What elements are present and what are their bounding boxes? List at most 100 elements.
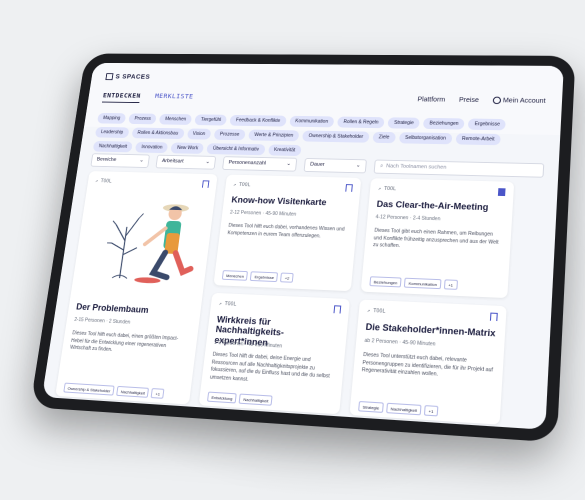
category-chip[interactable]: Kommunikation bbox=[288, 115, 335, 128]
card-title: Die Stakeholder*innen-Matrix bbox=[365, 321, 496, 339]
card-tags: Menschen Ergebnisse +2 bbox=[221, 270, 294, 283]
tool-card-wirkkreis[interactable]: ↗ TOOL Wirkkreis für Nachhaltigkeits-exp… bbox=[198, 292, 350, 415]
filter-bereiche-label: Bereiche bbox=[96, 156, 117, 163]
tool-label: ↗ TOOL bbox=[218, 300, 237, 308]
tag[interactable]: Nachhaltigkeit bbox=[116, 385, 150, 398]
bookmark-icon[interactable] bbox=[201, 180, 210, 188]
category-chip[interactable]: Vision bbox=[186, 128, 212, 140]
chevron-down-icon: ⌄ bbox=[205, 159, 211, 165]
bookmark-filled-icon[interactable] bbox=[497, 188, 506, 197]
card-description: Dieses Tool hilft euch dabei, vorhandene… bbox=[227, 222, 345, 239]
tag[interactable]: +1 bbox=[424, 405, 439, 417]
category-chip[interactable]: Ergebnisse bbox=[468, 118, 507, 131]
card-title: Know-how Visitenkarte bbox=[230, 194, 327, 208]
category-chip[interactable]: Innovation bbox=[135, 141, 169, 154]
tag[interactable]: +2 bbox=[280, 272, 294, 283]
category-chip[interactable]: Ziele bbox=[372, 131, 396, 144]
filter-arbeitsart-label: Arbeitsart bbox=[161, 158, 184, 165]
category-chip[interactable]: Tiergefühl bbox=[194, 114, 228, 126]
tool-label: ↗ TOOL bbox=[377, 185, 397, 193]
tag[interactable]: +1 bbox=[443, 279, 458, 290]
tag[interactable]: +1 bbox=[151, 388, 165, 399]
category-chip[interactable]: Mapping bbox=[96, 112, 127, 124]
nav-plattform[interactable]: Plattform bbox=[417, 96, 445, 103]
card-meta: 4-12 Personen · 2-4 Stunden bbox=[375, 214, 441, 223]
brand-logo[interactable]: S SPACES bbox=[105, 73, 151, 81]
category-chip[interactable]: Ownership & Stakeholder bbox=[302, 130, 370, 143]
account-label: Mein Account bbox=[502, 97, 546, 105]
tag[interactable]: Ergebnisse bbox=[250, 271, 279, 283]
category-chip[interactable]: New Work bbox=[170, 142, 205, 154]
tag[interactable]: Kommunikation bbox=[404, 277, 442, 290]
category-chip[interactable]: Leadership bbox=[94, 126, 130, 139]
filter-arbeitsart[interactable]: Arbeitsart ⌄ bbox=[155, 154, 217, 170]
card-tags: Beziehungen Kommunikation +1 bbox=[369, 276, 458, 290]
tool-card-problembaum[interactable]: ↗ TOOL Der Problembaum 2-15 Personen · 2… bbox=[55, 171, 218, 405]
tablet-frame: S SPACES ENTDECKEN MERKLISTE Plattform P… bbox=[29, 53, 576, 443]
card-meta: ab 2 Personen · 45-90 Minuten bbox=[364, 337, 436, 348]
brand-name: S SPACES bbox=[115, 73, 151, 81]
top-nav: Plattform Preise Mein Account bbox=[417, 96, 546, 105]
tag[interactable]: Ownership & Stakeholder bbox=[63, 382, 115, 396]
card-meta: 2-12 Personen · 45-90 Minuten bbox=[229, 209, 297, 218]
logo-icon bbox=[105, 73, 114, 81]
tag[interactable]: Entwicklung bbox=[206, 391, 238, 404]
nav-preise[interactable]: Preise bbox=[459, 97, 479, 104]
tool-card-visitenkarte[interactable]: ↗ TOOL Know-how Visitenkarte 2-12 Person… bbox=[213, 174, 362, 292]
card-description: Dieses Tool unterstützt euch dabei, rele… bbox=[361, 351, 494, 378]
search-placeholder: Nach Toolnamen suchen bbox=[385, 163, 447, 171]
card-title: Der Problembaum bbox=[75, 301, 150, 315]
filter-bereiche[interactable]: Bereiche ⌄ bbox=[90, 153, 151, 169]
category-chip[interactable]: Nachhaltigkeit bbox=[92, 140, 134, 153]
card-tags: Ownership & Stakeholder Nachhaltigkeit +… bbox=[63, 382, 165, 399]
category-chip[interactable]: Rollen & Regeln bbox=[337, 116, 385, 129]
category-chip[interactable]: Strategie bbox=[387, 117, 421, 129]
tag[interactable]: Menschen bbox=[221, 270, 249, 281]
bookmark-icon[interactable] bbox=[489, 312, 498, 322]
filter-personenanzahl-label: Personenanzahl bbox=[228, 159, 267, 167]
tab-merkliste[interactable]: MERKLISTE bbox=[154, 93, 194, 104]
tool-label: ↗ TOOL bbox=[94, 178, 113, 185]
category-chip[interactable]: Prozesse bbox=[213, 128, 246, 141]
tool-card-clear-the-air[interactable]: ↗ TOOL Das Clear-the-Air-Meeting 4-12 Pe… bbox=[360, 178, 515, 299]
nav-account[interactable]: Mein Account bbox=[492, 96, 546, 105]
tool-label: ↗ TOOL bbox=[232, 182, 251, 189]
category-chip[interactable]: Beziehungen bbox=[423, 117, 465, 130]
category-chip[interactable]: Prozess bbox=[128, 113, 157, 125]
card-description: Dieses Tool hilft euch dabei, einen größ… bbox=[69, 330, 179, 353]
tag[interactable]: Beziehungen bbox=[369, 276, 402, 288]
app-screen: S SPACES ENTDECKEN MERKLISTE Plattform P… bbox=[41, 62, 564, 430]
filter-personenanzahl[interactable]: Personenanzahl ⌄ bbox=[221, 156, 298, 172]
category-chip[interactable]: Selbstorganisation bbox=[398, 132, 453, 145]
category-chip[interactable]: Menschen bbox=[159, 113, 193, 125]
main-tabs: ENTDECKEN MERKLISTE bbox=[101, 92, 194, 104]
filter-dauer[interactable]: Dauer ⌄ bbox=[303, 158, 367, 174]
tool-label: ↗ TOOL bbox=[366, 307, 386, 315]
search-input[interactable]: ⌕ Nach Toolnamen suchen bbox=[373, 159, 545, 178]
tag[interactable]: Nachhaltigkeit bbox=[386, 402, 422, 416]
category-chip[interactable]: Remote-Arbeit bbox=[455, 133, 501, 146]
tag[interactable]: Nachhaltigkeit bbox=[238, 393, 274, 406]
card-tags: Entwicklung Nachhaltigkeit bbox=[206, 391, 274, 406]
category-chip[interactable]: Werte & Prinzipien bbox=[248, 129, 300, 142]
user-icon bbox=[492, 96, 502, 105]
bookmark-icon[interactable] bbox=[345, 184, 353, 192]
chevron-down-icon: ⌄ bbox=[355, 162, 361, 169]
tool-grid: ↗ TOOL Der Problembaum 2-15 Personen · 2… bbox=[55, 171, 543, 425]
card-title: Das Clear-the-Air-Meeting bbox=[376, 199, 489, 213]
tab-entdecken[interactable]: ENTDECKEN bbox=[101, 92, 142, 103]
category-chip[interactable]: Kreativität bbox=[267, 144, 302, 157]
gardener-illustration bbox=[90, 204, 216, 297]
tag[interactable]: Strategie bbox=[358, 400, 384, 413]
stage: S SPACES ENTDECKEN MERKLISTE Plattform P… bbox=[0, 0, 585, 485]
category-chip[interactable]: Feedback & Konflikte bbox=[229, 114, 287, 127]
category-chip[interactable]: Übersicht & Informativ bbox=[206, 143, 266, 156]
category-chip[interactable]: Rollen & Aktionsbau bbox=[131, 127, 185, 140]
chevron-down-icon: ⌄ bbox=[139, 157, 145, 164]
card-description: Dieses Tool hilft dir dabei, deine Energ… bbox=[209, 351, 330, 383]
card-tags: Strategie Nachhaltigkeit +1 bbox=[358, 400, 439, 417]
tool-card-stakeholder-matrix[interactable]: ↗ TOOL Die Stakeholder*innen-Matrix ab 2… bbox=[349, 299, 507, 425]
bookmark-icon[interactable] bbox=[333, 305, 342, 314]
chevron-down-icon: ⌄ bbox=[286, 161, 292, 167]
search-icon: ⌕ bbox=[379, 163, 384, 170]
